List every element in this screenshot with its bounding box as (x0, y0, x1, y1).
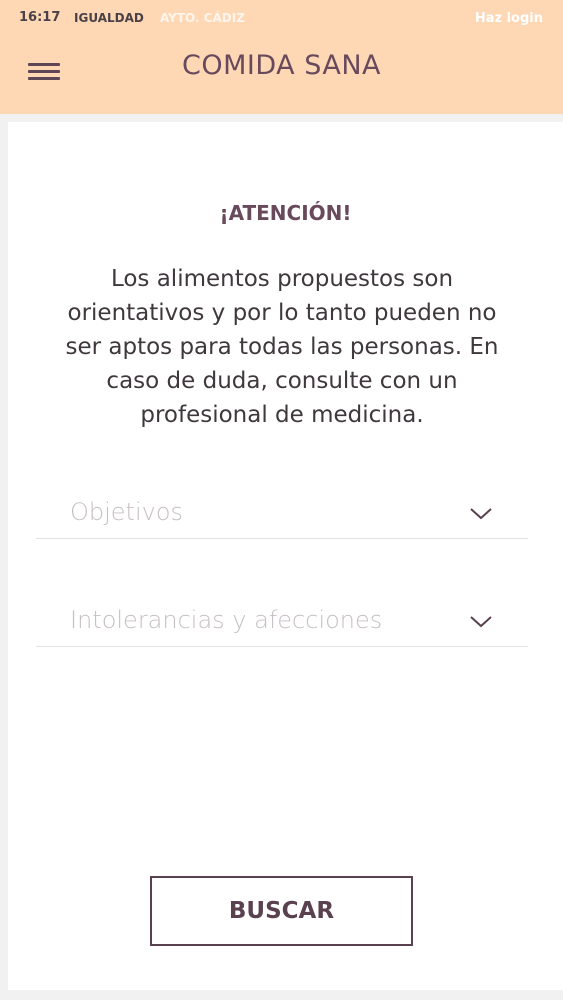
status-bar: 16:17 IGUALDAD AYTO. CÁDIZ Haz login (0, 0, 563, 40)
chevron-down-icon (470, 508, 492, 520)
status-carrier-igualdad: IGUALDAD (74, 11, 144, 25)
warning-text: Los alimentos propuestos son orientativo… (65, 266, 499, 428)
search-button[interactable]: BUSCAR (150, 876, 413, 946)
login-link[interactable]: Haz login (475, 11, 543, 26)
intolerancias-select[interactable]: Intolerancias y afecciones (36, 602, 528, 647)
status-carrier-ayto: AYTO. CÁDIZ (160, 11, 245, 25)
app-header: 16:17 IGUALDAD AYTO. CÁDIZ Haz login COM… (0, 0, 563, 114)
intolerancias-label: Intolerancias y afecciones (70, 606, 383, 634)
warning-title: ¡ATENCIÓN! (219, 201, 352, 225)
objetivos-label: Objetivos (70, 498, 184, 526)
status-time: 16:17 (19, 10, 61, 25)
chevron-down-icon (470, 616, 492, 628)
app-title: COMIDA SANA (181, 50, 381, 81)
objetivos-select[interactable]: Objetivos (36, 494, 528, 539)
main-card: ¡ATENCIÓN! Los alimentos propuestos son … (8, 122, 563, 990)
